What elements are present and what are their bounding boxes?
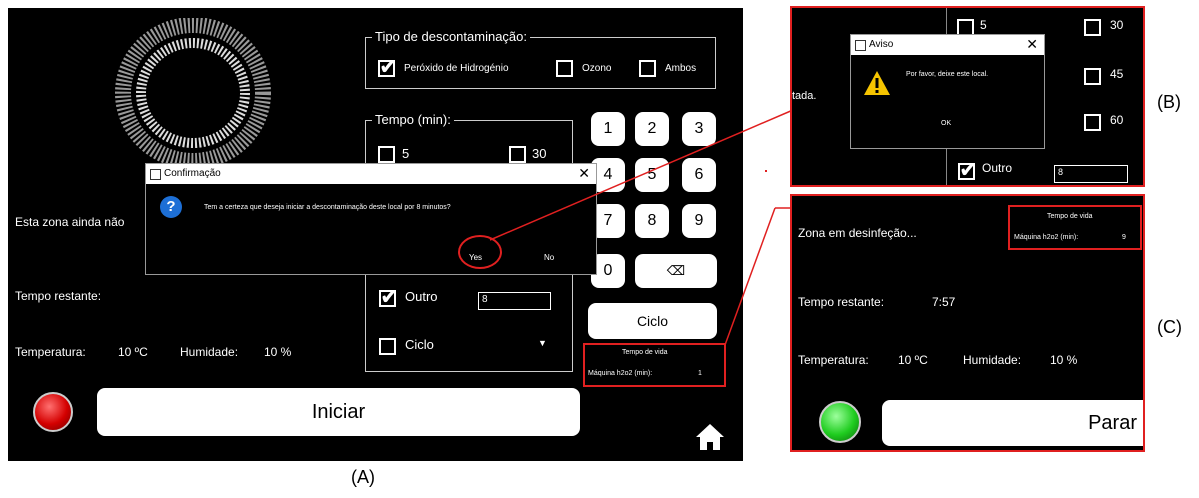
vida-highlight-box-a	[583, 343, 726, 387]
vida-highlight-box	[1008, 205, 1142, 250]
caption-b: (B)	[1157, 92, 1181, 112]
caption-c: (C)	[1157, 317, 1182, 337]
panel-b-frame	[790, 6, 1145, 187]
